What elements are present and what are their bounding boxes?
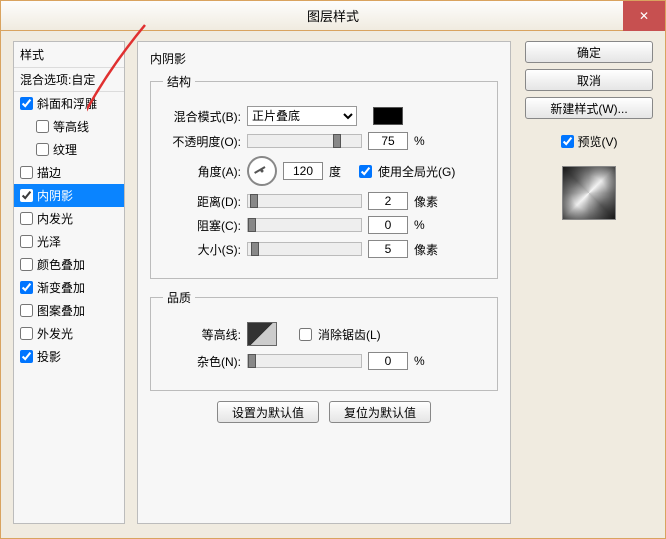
opacity-input[interactable] xyxy=(368,132,408,150)
style-label-4: 内阴影 xyxy=(37,187,73,204)
style-checkbox-1[interactable] xyxy=(36,120,49,133)
style-checkbox-8[interactable] xyxy=(20,281,33,294)
style-item-2[interactable]: 纹理 xyxy=(14,138,124,161)
angle-input[interactable] xyxy=(283,162,323,180)
panel-title: 内阴影 xyxy=(150,50,498,67)
size-slider[interactable] xyxy=(247,242,362,256)
style-checkbox-4[interactable] xyxy=(20,189,33,202)
noise-slider[interactable] xyxy=(247,354,362,368)
style-item-3[interactable]: 描边 xyxy=(14,161,124,184)
choke-input[interactable] xyxy=(368,216,408,234)
style-item-4[interactable]: 内阴影 xyxy=(14,184,124,207)
style-label-0: 斜面和浮雕 xyxy=(37,95,97,112)
reset-default-button[interactable]: 复位为默认值 xyxy=(329,401,431,423)
style-label-2: 纹理 xyxy=(53,141,77,158)
angle-unit: 度 xyxy=(329,163,341,180)
style-label-8: 渐变叠加 xyxy=(37,279,85,296)
preview-thumbnail xyxy=(562,166,616,220)
settings-panel: 内阴影 结构 混合模式(B): 正片叠底 不透明度(O): % 角度(A): xyxy=(137,41,511,524)
distance-unit: 像素 xyxy=(414,193,444,210)
style-checkbox-9[interactable] xyxy=(20,304,33,317)
style-item-11[interactable]: 投影 xyxy=(14,345,124,368)
style-item-8[interactable]: 渐变叠加 xyxy=(14,276,124,299)
size-unit: 像素 xyxy=(414,241,444,258)
noise-label: 杂色(N): xyxy=(163,353,241,370)
distance-input[interactable] xyxy=(368,192,408,210)
structure-group: 结构 混合模式(B): 正片叠底 不透明度(O): % 角度(A): xyxy=(150,73,498,279)
close-button[interactable]: ✕ xyxy=(623,1,665,31)
style-checkbox-11[interactable] xyxy=(20,350,33,363)
window-title: 图层样式 xyxy=(307,6,359,25)
new-style-button[interactable]: 新建样式(W)... xyxy=(525,97,653,119)
opacity-label: 不透明度(O): xyxy=(163,133,241,150)
content-area: 样式 混合选项:自定 斜面和浮雕等高线纹理描边内阴影内发光光泽颜色叠加渐变叠加图… xyxy=(1,31,665,538)
style-checkbox-10[interactable] xyxy=(20,327,33,340)
style-item-5[interactable]: 内发光 xyxy=(14,207,124,230)
blend-options-row[interactable]: 混合选项:自定 xyxy=(14,68,124,92)
contour-picker[interactable] xyxy=(247,322,277,346)
titlebar: 图层样式 ✕ xyxy=(1,1,665,31)
cancel-button[interactable]: 取消 xyxy=(525,69,653,91)
layer-style-window: 图层样式 ✕ 样式 混合选项:自定 斜面和浮雕等高线纹理描边内阴影内发光光泽颜色… xyxy=(0,0,666,539)
style-item-9[interactable]: 图案叠加 xyxy=(14,299,124,322)
style-label-1: 等高线 xyxy=(53,118,89,135)
style-label-10: 外发光 xyxy=(37,325,73,342)
ok-button[interactable]: 确定 xyxy=(525,41,653,63)
action-panel: 确定 取消 新建样式(W)... 预览(V) xyxy=(525,41,653,220)
antialias-checkbox[interactable] xyxy=(299,328,312,341)
angle-dial[interactable] xyxy=(247,156,277,186)
shadow-color-swatch[interactable] xyxy=(373,107,403,125)
style-item-6[interactable]: 光泽 xyxy=(14,230,124,253)
contour-label: 等高线: xyxy=(163,326,241,343)
quality-group: 品质 等高线: 消除锯齿(L) 杂色(N): % xyxy=(150,289,498,391)
style-checkbox-0[interactable] xyxy=(20,97,33,110)
style-label-11: 投影 xyxy=(37,348,61,365)
structure-legend: 结构 xyxy=(163,73,195,90)
style-checkbox-5[interactable] xyxy=(20,212,33,225)
style-checkbox-6[interactable] xyxy=(20,235,33,248)
style-checkbox-2[interactable] xyxy=(36,143,49,156)
choke-unit: % xyxy=(414,218,444,232)
preview-label: 预览(V) xyxy=(578,133,618,150)
preview-checkbox[interactable] xyxy=(561,135,574,148)
style-label-7: 颜色叠加 xyxy=(37,256,85,273)
size-input[interactable] xyxy=(368,240,408,258)
angle-label: 角度(A): xyxy=(163,163,241,180)
style-label-9: 图案叠加 xyxy=(37,302,85,319)
opacity-unit: % xyxy=(414,134,444,148)
distance-label: 距离(D): xyxy=(163,193,241,210)
noise-input[interactable] xyxy=(368,352,408,370)
distance-slider[interactable] xyxy=(247,194,362,208)
style-item-10[interactable]: 外发光 xyxy=(14,322,124,345)
style-item-7[interactable]: 颜色叠加 xyxy=(14,253,124,276)
close-icon: ✕ xyxy=(639,9,649,23)
antialias-label: 消除锯齿(L) xyxy=(318,326,381,343)
choke-slider[interactable] xyxy=(247,218,362,232)
size-label: 大小(S): xyxy=(163,241,241,258)
global-light-checkbox[interactable] xyxy=(359,165,372,178)
style-checkbox-3[interactable] xyxy=(20,166,33,179)
quality-legend: 品质 xyxy=(163,289,195,306)
style-item-1[interactable]: 等高线 xyxy=(14,115,124,138)
set-default-button[interactable]: 设置为默认值 xyxy=(217,401,319,423)
style-label-3: 描边 xyxy=(37,164,61,181)
noise-unit: % xyxy=(414,354,444,368)
styles-header: 样式 xyxy=(14,42,124,68)
opacity-slider[interactable] xyxy=(247,134,362,148)
styles-list-panel: 样式 混合选项:自定 斜面和浮雕等高线纹理描边内阴影内发光光泽颜色叠加渐变叠加图… xyxy=(13,41,125,524)
style-label-6: 光泽 xyxy=(37,233,61,250)
style-item-0[interactable]: 斜面和浮雕 xyxy=(14,92,124,115)
choke-label: 阻塞(C): xyxy=(163,217,241,234)
global-light-label: 使用全局光(G) xyxy=(378,163,455,180)
blend-mode-label: 混合模式(B): xyxy=(163,108,241,125)
style-label-5: 内发光 xyxy=(37,210,73,227)
style-checkbox-7[interactable] xyxy=(20,258,33,271)
blend-mode-select[interactable]: 正片叠底 xyxy=(247,106,357,126)
